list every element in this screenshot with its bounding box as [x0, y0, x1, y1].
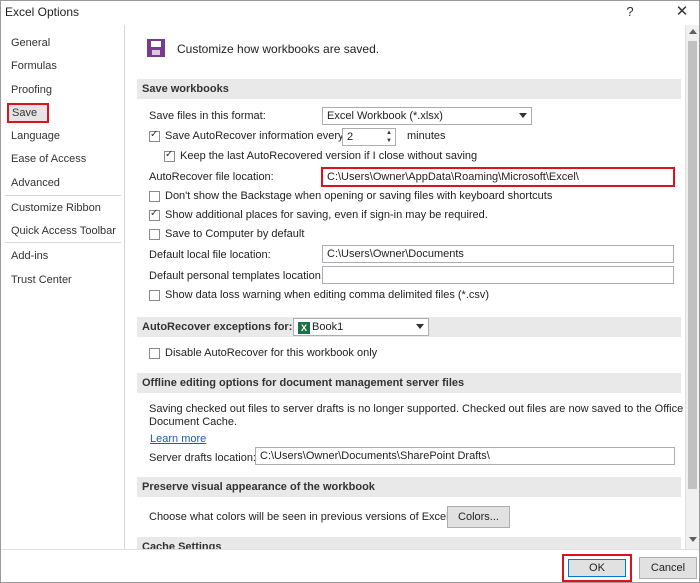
- chevron-down-icon: [416, 324, 424, 329]
- sidebar-divider: [5, 195, 121, 196]
- sidebar-item-advanced[interactable]: Advanced: [11, 177, 60, 189]
- server-drafts-label: Server drafts location:: [149, 452, 256, 464]
- cancel-button[interactable]: Cancel: [639, 557, 697, 579]
- data-loss-checkbox[interactable]: [149, 290, 160, 301]
- vertical-scrollbar[interactable]: [685, 25, 699, 549]
- sidebar-item-customize-ribbon[interactable]: Customize Ribbon: [11, 202, 101, 214]
- section-preserve-visual: Preserve visual appearance of the workbo…: [137, 477, 681, 497]
- backstage-label: Don't show the Backstage when opening or…: [165, 190, 553, 202]
- ok-button[interactable]: OK: [568, 559, 626, 577]
- autorecover-minutes-stepper[interactable]: 2 ▲ ▼: [342, 128, 396, 146]
- minutes-label: minutes: [407, 130, 446, 142]
- section-save-workbooks: Save workbooks: [137, 79, 681, 99]
- additional-places-label: Show additional places for saving, even …: [165, 209, 488, 221]
- ok-highlight: OK: [562, 554, 632, 582]
- save-format-dropdown[interactable]: Excel Workbook (*.xlsx): [322, 107, 532, 125]
- scroll-up-icon[interactable]: [689, 29, 697, 34]
- section-cache-settings: Cache Settings: [137, 537, 681, 549]
- autorecover-label: Save AutoRecover information every: [165, 130, 344, 142]
- workbook-value: Book1: [312, 321, 344, 333]
- sidebar-item-language[interactable]: Language: [11, 130, 60, 142]
- window-title: Excel Options: [5, 5, 80, 19]
- default-templates-label: Default personal templates location:: [149, 270, 324, 282]
- sidebar-item-formulas[interactable]: Formulas: [11, 60, 57, 72]
- sidebar-item-save[interactable]: Save: [7, 103, 50, 123]
- server-drafts-input[interactable]: C:\Users\Owner\Documents\SharePoint Draf…: [255, 447, 675, 465]
- colors-button[interactable]: Colors...: [447, 506, 510, 528]
- save-options-panel: Customize how workbooks are saved. Save …: [127, 25, 683, 549]
- close-button[interactable]: ✕: [673, 3, 691, 21]
- offline-description-line1: Saving checked out files to server draft…: [149, 403, 683, 415]
- learn-more-link[interactable]: Learn more: [150, 433, 206, 445]
- disable-autorecover-label: Disable AutoRecover for this workbook on…: [165, 347, 378, 359]
- additional-places-checkbox[interactable]: [149, 208, 160, 221]
- disable-autorecover-checkbox[interactable]: [149, 348, 160, 359]
- options-sidebar: General Formulas Proofing Save Language …: [1, 25, 125, 581]
- excel-options-dialog: Excel Options ? ✕ General Formulas Proof…: [0, 0, 700, 583]
- sidebar-item-add-ins[interactable]: Add-ins: [11, 250, 48, 262]
- default-local-label: Default local file location:: [149, 249, 271, 261]
- sidebar-item-trust-center[interactable]: Trust Center: [11, 274, 72, 286]
- sidebar-item-ease-of-access[interactable]: Ease of Access: [11, 153, 86, 165]
- scroll-down-icon[interactable]: [689, 537, 697, 542]
- chevron-down-icon: [519, 113, 527, 118]
- autorecover-location-label: AutoRecover file location:: [149, 171, 274, 183]
- save-format-label: Save files in this format:: [149, 110, 266, 122]
- backstage-checkbox[interactable]: [149, 191, 160, 202]
- page-title: Customize how workbooks are saved.: [177, 42, 380, 56]
- autorecover-minutes-value: 2: [347, 131, 354, 143]
- save-format-value: Excel Workbook (*.xlsx): [327, 110, 443, 122]
- workbook-dropdown[interactable]: X Book1: [293, 318, 429, 336]
- autorecover-exceptions-title: AutoRecover exceptions for:: [142, 321, 293, 333]
- offline-description-line2: Document Cache.: [149, 416, 238, 428]
- sidebar-item-general[interactable]: General: [11, 37, 50, 49]
- excel-icon: X: [298, 322, 310, 334]
- colors-label: Choose what colors will be seen in previ…: [149, 511, 463, 523]
- default-templates-input[interactable]: [322, 266, 674, 284]
- dialog-footer: OK Cancel: [1, 549, 699, 582]
- default-local-input[interactable]: C:\Users\Owner\Documents: [322, 245, 674, 263]
- save-to-computer-checkbox[interactable]: [149, 229, 160, 240]
- keep-last-label: Keep the last AutoRecovered version if I…: [180, 150, 478, 162]
- section-offline-editing: Offline editing options for document man…: [137, 373, 681, 393]
- scroll-thumb[interactable]: [688, 41, 697, 489]
- help-button[interactable]: ?: [621, 3, 639, 21]
- sidebar-item-quick-access-toolbar[interactable]: Quick Access Toolbar: [11, 225, 116, 237]
- data-loss-label: Show data loss warning when editing comm…: [165, 289, 490, 301]
- save-to-computer-label: Save to Computer by default: [165, 228, 305, 240]
- autorecover-location-input[interactable]: C:\Users\Owner\AppData\Roaming\Microsoft…: [321, 167, 675, 187]
- save-icon: [147, 39, 165, 57]
- spinner-arrows-icon[interactable]: ▲ ▼: [383, 129, 395, 145]
- sidebar-divider: [5, 242, 121, 243]
- sidebar-item-proofing[interactable]: Proofing: [11, 84, 52, 96]
- title-bar: Excel Options ? ✕: [1, 1, 699, 23]
- autorecover-checkbox[interactable]: [149, 129, 160, 142]
- keep-last-checkbox[interactable]: [164, 149, 175, 162]
